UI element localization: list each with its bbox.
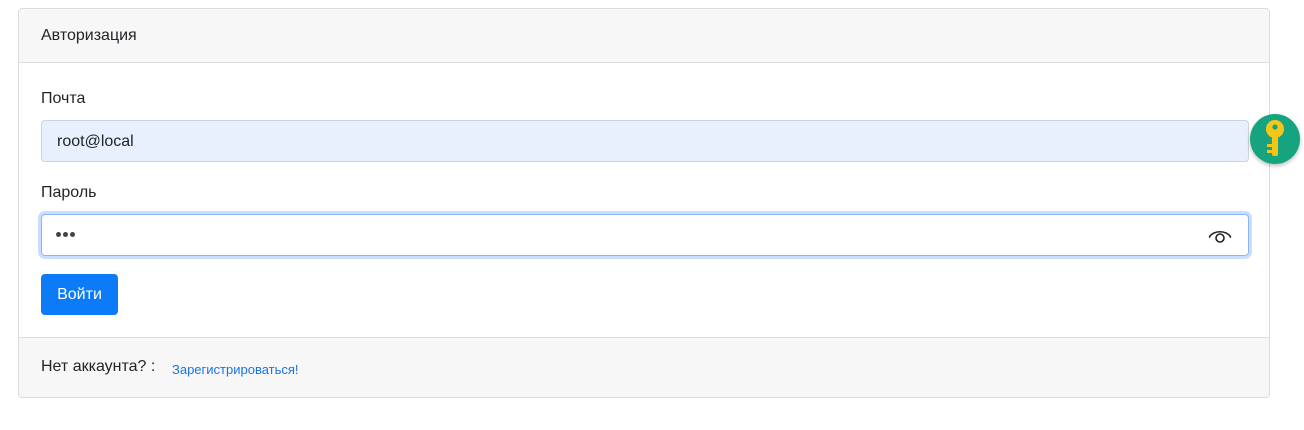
- login-button[interactable]: Войти: [41, 274, 118, 315]
- email-label: Почта: [41, 90, 86, 107]
- card-header: Авторизация: [19, 9, 1269, 63]
- card-footer: Нет аккаунта? : Зарегистрироваться!: [19, 337, 1269, 397]
- no-account-text: Нет аккаунта? :: [41, 358, 156, 375]
- register-link[interactable]: Зарегистрироваться!: [172, 362, 299, 377]
- eye-icon[interactable]: [1208, 227, 1232, 245]
- password-masked-value: [56, 232, 75, 237]
- login-card: Авторизация Почта root@local Пароль Войт…: [18, 8, 1270, 398]
- password-field[interactable]: [41, 214, 1249, 256]
- password-manager-badge[interactable]: [1250, 114, 1300, 164]
- email-value: root@local: [57, 133, 134, 150]
- card-title: Авторизация: [41, 27, 137, 44]
- key-icon: [1266, 120, 1284, 156]
- password-label: Пароль: [41, 184, 97, 201]
- email-field[interactable]: root@local: [41, 120, 1249, 162]
